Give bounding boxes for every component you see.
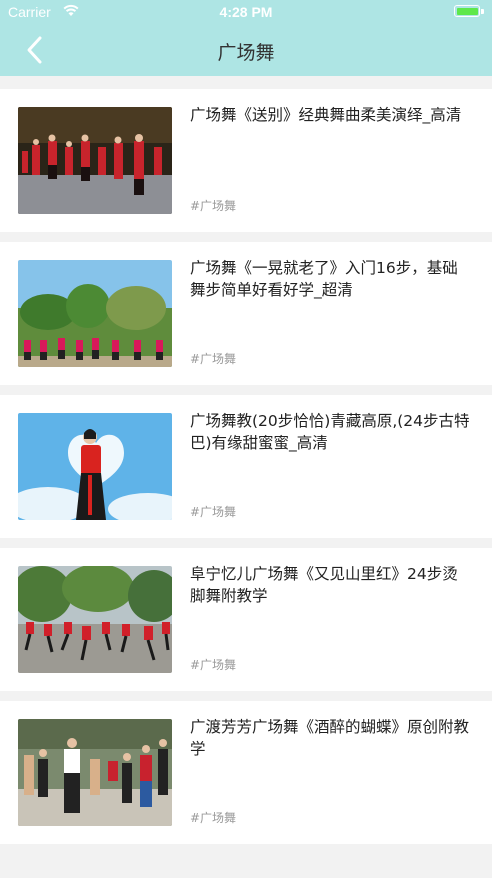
video-tag[interactable]: #广场舞 <box>190 350 236 367</box>
clock: 4:28 PM <box>219 4 273 20</box>
status-bar: Carrier 4:28 PM <box>0 0 492 24</box>
video-title[interactable]: 广场舞《一晃就老了》入门16步，基础舞步简单好看好学_超清 <box>190 257 472 301</box>
video-tag[interactable]: #广场舞 <box>190 809 236 826</box>
video-title[interactable]: 广渡芳芳广场舞《酒醉的蝴蝶》原创附教学 <box>190 716 472 760</box>
video-title[interactable]: 广场舞教(20步恰恰)青藏高原,(24步古特巴)有缘甜蜜蜜_高清 <box>190 410 472 454</box>
page-title: 广场舞 <box>217 42 275 64</box>
video-thumbnail[interactable] <box>18 566 172 673</box>
battery-tip <box>481 9 484 14</box>
battery-level <box>456 7 478 15</box>
video-item[interactable]: 阜宁忆儿广场舞《又见山里红》24步烫脚舞附教学 #广场舞 <box>0 548 492 691</box>
video-title[interactable]: 阜宁忆儿广场舞《又见山里红》24步烫脚舞附教学 <box>190 563 472 607</box>
video-item[interactable]: 广场舞教(20步恰恰)青藏高原,(24步古特巴)有缘甜蜜蜜_高清 #广场舞 <box>0 395 492 538</box>
video-item[interactable]: 广渡芳芳广场舞《酒醉的蝴蝶》原创附教学 #广场舞 <box>0 701 492 844</box>
video-item[interactable]: 广场舞《送别》经典舞曲柔美演绎_高清 #广场舞 <box>0 89 492 232</box>
video-tag[interactable]: #广场舞 <box>190 503 236 520</box>
video-thumbnail[interactable] <box>18 107 172 214</box>
video-tag[interactable]: #广场舞 <box>190 656 236 673</box>
video-tag[interactable]: #广场舞 <box>190 197 236 214</box>
header: Carrier 4:28 PM 广场舞 <box>0 0 492 76</box>
video-thumbnail[interactable] <box>18 260 172 367</box>
video-thumbnail[interactable] <box>18 719 172 826</box>
video-title[interactable]: 广场舞《送别》经典舞曲柔美演绎_高清 <box>190 104 472 126</box>
battery-icon <box>454 5 480 17</box>
video-thumbnail[interactable] <box>18 413 172 520</box>
video-item[interactable]: 广场舞《一晃就老了》入门16步，基础舞步简单好看好学_超清 #广场舞 <box>0 242 492 385</box>
